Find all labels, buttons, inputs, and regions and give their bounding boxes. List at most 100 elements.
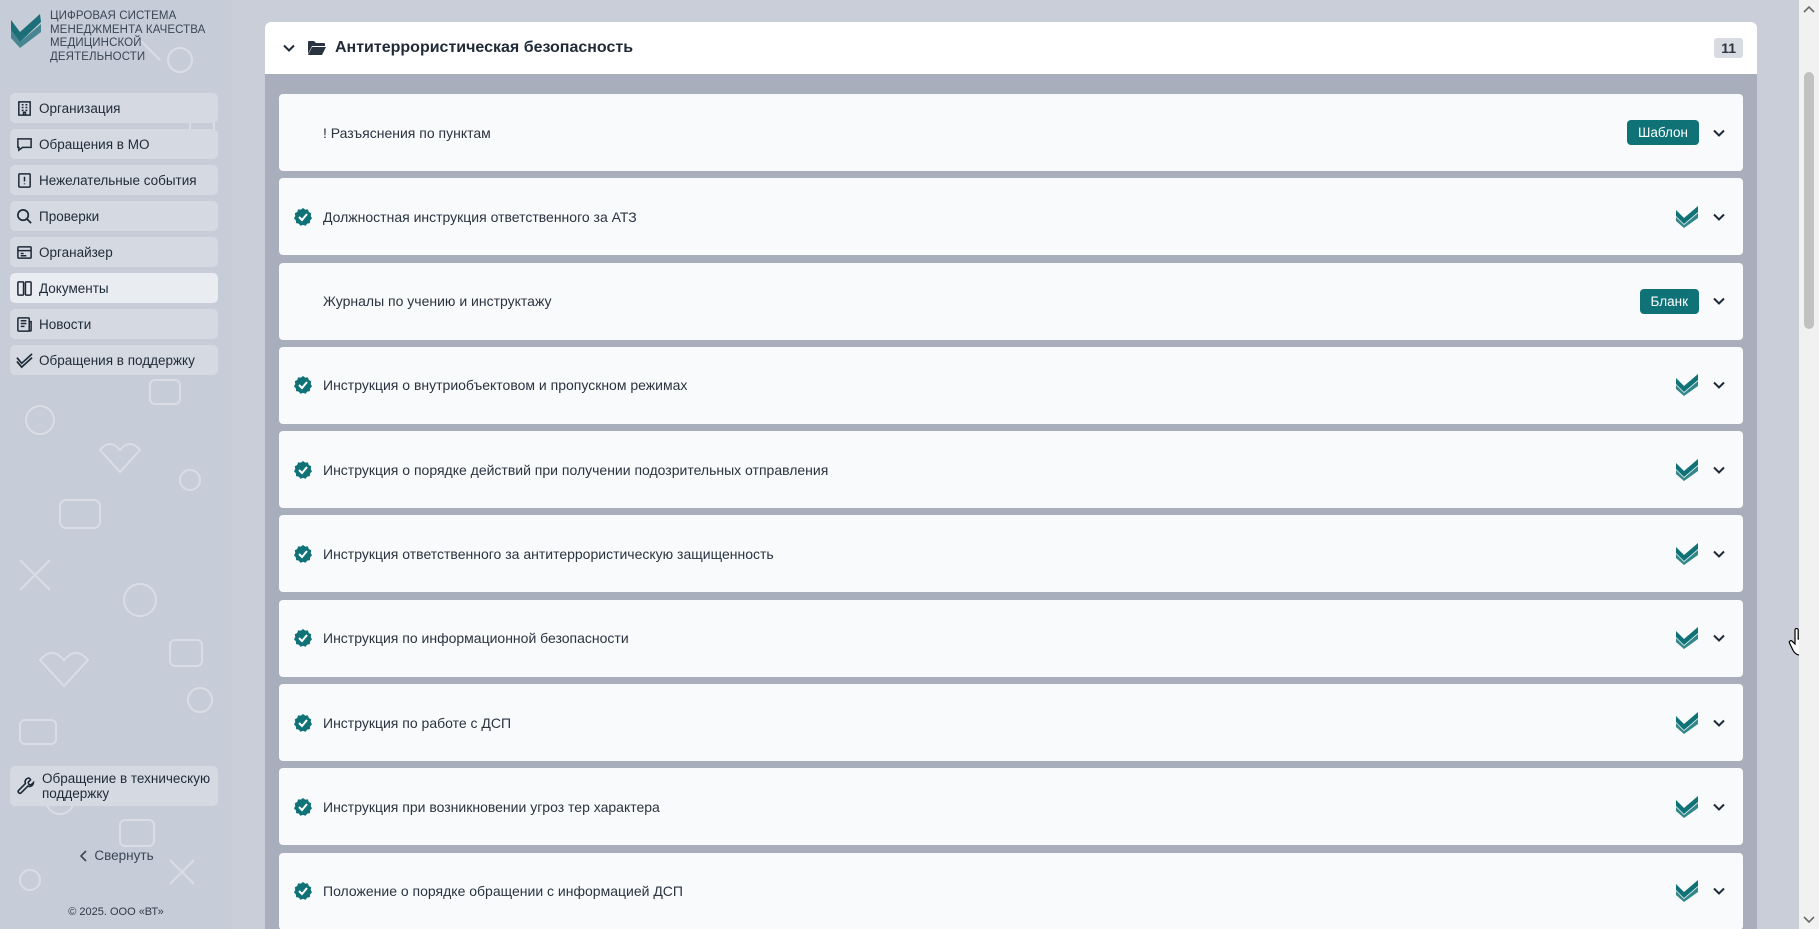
brand-logo-icon — [11, 14, 41, 48]
section-header[interactable]: Антитеррористическая безопасность 11 — [265, 22, 1757, 74]
chevron-down-icon[interactable] — [1711, 462, 1727, 478]
document-list: ! Разъяснения по пунктам Шаблон Должностна… — [279, 94, 1743, 929]
count-badge: 11 — [1714, 38, 1743, 58]
document-row[interactable]: Инструкция по информационной безопасност… — [279, 599, 1743, 677]
alert-book-icon — [18, 172, 31, 188]
section-title: Антитеррористическая безопасность — [307, 39, 1704, 57]
main-content: Антитеррористическая безопасность 11 ! Р… — [232, 0, 1799, 929]
document-row[interactable]: Должностная инструкция ответственного за… — [279, 178, 1743, 256]
document-status — [293, 123, 313, 143]
document-row[interactable]: Журналы по учению и инструктажу Бланк — [279, 262, 1743, 340]
document-status — [293, 628, 313, 648]
brand-line: МЕНЕДЖМЕНТА КАЧЕСТВА — [50, 23, 206, 36]
document-status — [293, 797, 313, 817]
collapse-label: Свернуть — [94, 848, 154, 863]
badge-check-icon — [294, 797, 312, 816]
sidebar-item-organization[interactable]: Организация — [10, 93, 218, 123]
sidebar-item-inspections[interactable]: Проверки — [10, 201, 218, 231]
approved-double-check-icon — [1676, 711, 1698, 734]
approved-double-check-icon — [1676, 374, 1698, 397]
search-icon — [17, 208, 32, 224]
sidebar-item-documents[interactable]: Документы — [10, 273, 218, 303]
document-row[interactable]: Инструкция о порядке действий при получе… — [279, 431, 1743, 509]
brand-line: МЕДИЦИНСКОЙ — [50, 37, 142, 49]
chevron-down-icon[interactable] — [1711, 546, 1727, 562]
document-status — [293, 544, 313, 564]
brand-line: ДЕЯТЕЛЬНОСТИ — [50, 50, 146, 63]
document-row[interactable]: Инструкция по работе с ДСП — [279, 684, 1743, 762]
scroll-up-icon[interactable] — [1803, 4, 1815, 14]
sidebar-item-adverse-events[interactable]: Нежелательные события — [10, 165, 218, 195]
chevron-down-icon[interactable] — [1711, 293, 1727, 309]
folder-open-icon — [308, 41, 326, 55]
brand-line: ЦИФРОВАЯ СИСТЕМА — [50, 10, 177, 22]
sidebar-item-organizer[interactable]: Органайзер — [10, 237, 218, 267]
sidebar-item-support-requests[interactable]: Обращения в поддержку — [10, 345, 218, 375]
chevron-down-icon[interactable] — [1711, 377, 1727, 393]
building-icon — [18, 100, 31, 116]
document-status — [293, 713, 313, 733]
chat-icon — [17, 137, 32, 152]
chevron-down-icon[interactable] — [1711, 883, 1727, 899]
scroll-thumb[interactable] — [1804, 72, 1814, 329]
document-type-badge[interactable]: Шаблон — [1627, 120, 1699, 145]
organizer-icon — [17, 245, 32, 259]
approved-double-check-icon — [1676, 627, 1698, 650]
hand-cursor-icon — [1788, 628, 1799, 656]
document-title: Положение о порядке обращении с информац… — [323, 883, 683, 900]
tech-support-label-line: Обращение в техническую — [42, 771, 211, 786]
sidebar-item-news[interactable]: Новости — [10, 309, 218, 339]
document-row[interactable]: ! Разъяснения по пунктам Шаблон — [279, 94, 1743, 171]
badge-check-icon — [294, 882, 312, 900]
document-title: Инструкция при возникновении угроз тер х… — [323, 798, 660, 815]
scroll-down-icon[interactable] — [1803, 915, 1815, 925]
approved-double-check-icon — [1676, 205, 1698, 228]
sidebar-item-label: Обращения в поддержку — [39, 352, 195, 368]
approved-double-check-icon — [1676, 458, 1698, 481]
support-check-icon — [16, 352, 33, 368]
document-title: Инструкция по работе с ДСП — [323, 714, 512, 731]
brand-title: ЦИФРОВАЯ СИСТЕМА МЕНЕДЖМЕНТА КАЧЕСТВА МЕ… — [50, 10, 205, 64]
badge-check-icon — [294, 376, 312, 395]
sidebar-item-label: Новости — [39, 316, 92, 332]
document-status — [293, 375, 313, 395]
sidebar-nav: Организация Обращения в МО Нежелательные… — [10, 93, 218, 381]
chevron-down-icon[interactable] — [1711, 630, 1727, 646]
document-type-badge[interactable]: Бланк — [1639, 288, 1699, 314]
chevron-down-icon[interactable] — [1711, 125, 1727, 141]
sidebar-item-label: Документы — [39, 280, 109, 296]
document-row[interactable]: Инструкция о внутриобъектовом и пропускн… — [279, 346, 1743, 424]
chevron-down-icon[interactable] — [1711, 799, 1727, 815]
badge-check-icon — [294, 544, 312, 563]
document-title: ! Разъяснения по пунктам — [323, 124, 491, 141]
sidebar-item-label: Обращения в МО — [39, 136, 150, 152]
sidebar-item-label: Проверки — [39, 208, 100, 224]
wrench-icon — [17, 777, 35, 795]
document-title: Должностная инструкция ответственного за… — [323, 208, 637, 225]
chevron-left-icon — [80, 849, 87, 862]
sidebar-item-appeals[interactable]: Обращения в МО — [10, 129, 218, 159]
document-status — [293, 881, 313, 901]
page-scrollbar[interactable] — [1799, 0, 1819, 929]
document-status — [293, 291, 313, 311]
chevron-down-icon[interactable] — [281, 40, 297, 56]
document-title: Журналы по учению и инструктажу — [323, 293, 552, 310]
tech-support-label: Обращение в техническую поддержку — [42, 771, 210, 801]
brand[interactable]: ЦИФРОВАЯ СИСТЕМА МЕНЕДЖМЕНТА КАЧЕСТВА МЕ… — [8, 10, 224, 68]
tech-support-label-line: поддержку — [42, 786, 110, 801]
documents-icon — [17, 280, 32, 296]
tech-support-button[interactable]: Обращение в техническую поддержку — [10, 766, 218, 806]
document-title: Инструкция о порядке действий при получе… — [323, 461, 829, 478]
document-status — [293, 460, 313, 480]
sidebar-item-label: Организация — [39, 100, 121, 116]
chevron-down-icon[interactable] — [1711, 209, 1727, 225]
chevron-down-icon[interactable] — [1711, 715, 1727, 731]
document-row[interactable]: Положение о порядке обращении с информац… — [279, 852, 1743, 929]
badge-check-icon — [294, 629, 312, 648]
section-title-text: Антитеррористическая безопасность — [335, 39, 634, 56]
document-row[interactable]: Инструкция при возникновении угроз тер х… — [279, 768, 1743, 846]
collapse-sidebar-button[interactable]: Свернуть — [0, 848, 232, 863]
sidebar-item-label: Органайзер — [39, 244, 113, 260]
document-section: Антитеррористическая безопасность 11 ! Р… — [265, 22, 1757, 929]
document-row[interactable]: Инструкция ответственного за антитеррори… — [279, 515, 1743, 593]
